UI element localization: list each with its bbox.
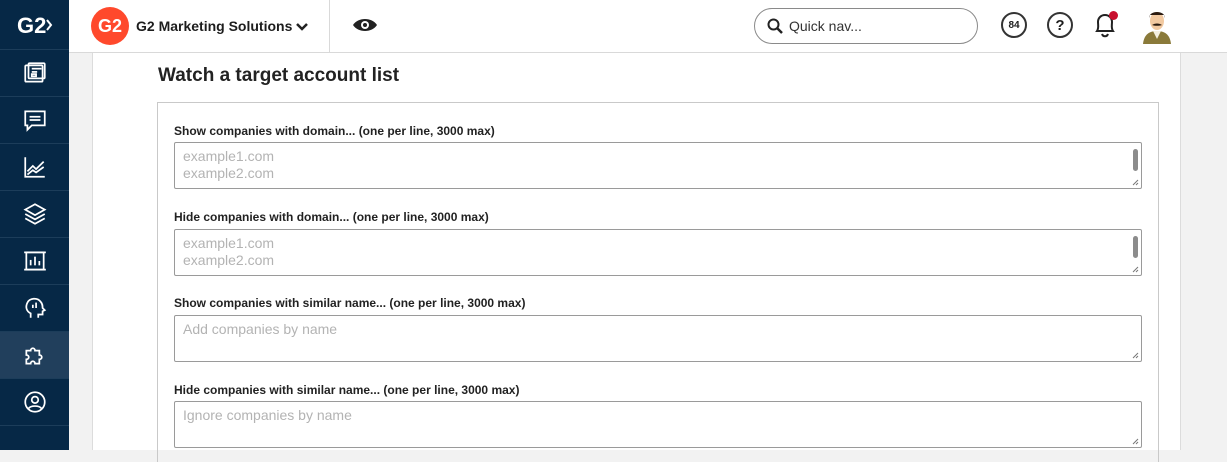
- show-name-textarea[interactable]: Add companies by name: [174, 315, 1142, 362]
- scrollbar[interactable]: [1133, 149, 1138, 171]
- brand-switcher[interactable]: G2 G2 Marketing Solutions: [91, 7, 292, 45]
- placeholder-line: Ignore companies by name: [183, 407, 352, 423]
- avatar[interactable]: [1140, 6, 1174, 44]
- sidebar-item-account[interactable]: [0, 379, 69, 426]
- g2-logo-icon: G2: [17, 13, 52, 38]
- brand-logo: G2: [91, 7, 129, 45]
- sidebar-item-analytics[interactable]: [0, 144, 69, 191]
- hide-name-textarea[interactable]: Ignore companies by name: [174, 401, 1142, 448]
- resize-handle-icon[interactable]: [1132, 438, 1139, 445]
- top-bar: G2 G2 Marketing Solutions 84 ?: [69, 0, 1227, 53]
- resize-handle-icon[interactable]: [1132, 266, 1139, 273]
- sidebar-item-insights[interactable]: [0, 285, 69, 332]
- score-value: 84: [1008, 19, 1020, 31]
- page-title: Watch a target account list: [158, 65, 400, 86]
- resize-handle-icon[interactable]: [1132, 352, 1139, 359]
- hide-domain-label: Hide companies with domain... (one per l…: [174, 210, 489, 224]
- placeholder-line: example2.com: [183, 252, 275, 268]
- main-content: Watch a target account list Show compani…: [92, 53, 1181, 462]
- report-icon: [23, 251, 46, 271]
- quick-nav-input[interactable]: [789, 18, 959, 34]
- sidebar-item-messages[interactable]: [0, 97, 69, 144]
- placeholder-line: example1.com: [183, 148, 275, 164]
- hide-domain-textarea[interactable]: example1.com example2.com: [174, 229, 1142, 276]
- help-button[interactable]: ?: [1047, 12, 1073, 38]
- placeholder-line: Add companies by name: [183, 321, 338, 337]
- puzzle-icon: [24, 347, 43, 365]
- show-domain-label: Show companies with domain... (one per l…: [174, 124, 495, 138]
- notification-dot: [1109, 11, 1118, 20]
- chat-icon: [23, 110, 46, 132]
- quick-nav-search[interactable]: [754, 8, 978, 44]
- sidebar-item-products[interactable]: [0, 191, 69, 238]
- divider: [329, 0, 330, 53]
- svg-text:G2: G2: [17, 13, 46, 38]
- dashboard-icon: [23, 62, 46, 83]
- layers-icon: [22, 203, 47, 225]
- help-icon: ?: [1055, 16, 1065, 34]
- brand-name: G2 Marketing Solutions: [136, 18, 293, 34]
- head-insight-icon: [24, 297, 46, 318]
- search-icon: [767, 18, 783, 34]
- sidebar-item-integrations[interactable]: [0, 332, 69, 379]
- brand-logo-text: G2: [97, 15, 122, 36]
- chart-line-icon: [23, 157, 45, 178]
- scrollbar[interactable]: [1133, 236, 1138, 258]
- target-account-form: Show companies with domain... (one per l…: [157, 102, 1159, 462]
- show-domain-textarea[interactable]: example1.com example2.com: [174, 142, 1142, 189]
- hide-name-label: Hide companies with similar name... (one…: [174, 383, 520, 397]
- sidebar: G2: [0, 0, 69, 450]
- placeholder-line: example1.com: [183, 235, 275, 251]
- sidebar-item-dashboard[interactable]: [0, 50, 69, 97]
- user-circle-icon: [23, 391, 46, 413]
- resize-handle-icon[interactable]: [1132, 179, 1139, 186]
- chevron-down-icon[interactable]: [295, 20, 309, 34]
- score-badge[interactable]: 84: [1001, 12, 1027, 38]
- placeholder-line: example2.com: [183, 165, 275, 181]
- eye-icon[interactable]: [352, 14, 378, 36]
- sidebar-item-reports[interactable]: [0, 238, 69, 285]
- g2-logo[interactable]: G2: [0, 0, 69, 50]
- show-name-label: Show companies with similar name... (one…: [174, 296, 526, 310]
